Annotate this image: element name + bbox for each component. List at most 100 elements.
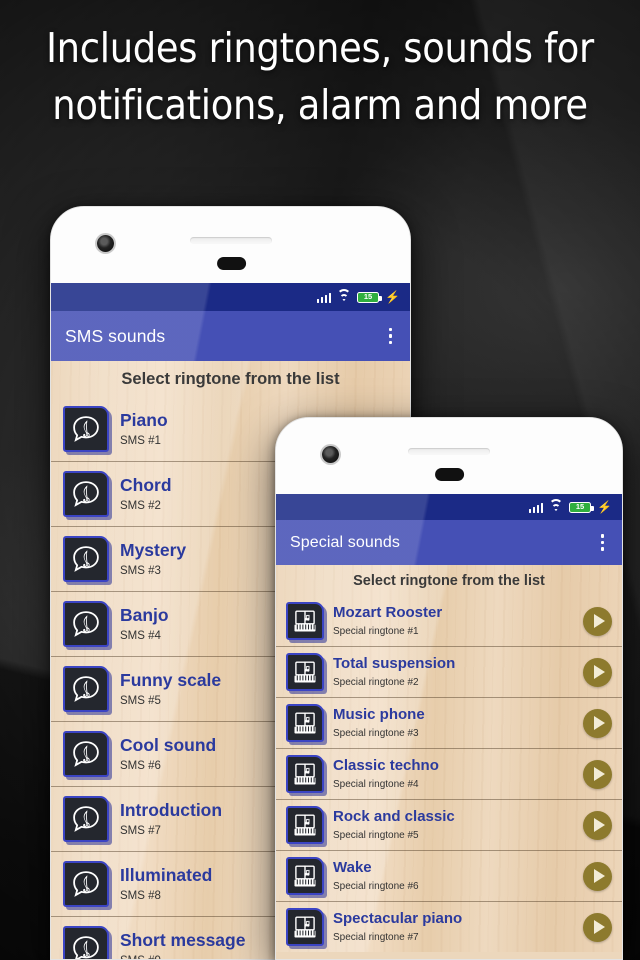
piano-sheet-music-icon — [286, 806, 324, 844]
list-item-subtitle: Special ringtone #5 — [333, 829, 419, 841]
piano-sheet-music-icon — [286, 704, 324, 742]
earpiece-speaker — [189, 237, 272, 244]
status-bar: 15 ⚡ — [276, 494, 622, 520]
play-button[interactable] — [583, 810, 612, 840]
list-item-subtitle: Special ringtone #2 — [333, 676, 419, 688]
play-button[interactable] — [583, 759, 612, 789]
list-item-title: Spectacular piano — [333, 910, 463, 928]
speech-bubble-treble-clef-icon — [63, 796, 109, 842]
speech-bubble-treble-clef-icon — [63, 406, 109, 452]
list-item-texts: Total suspension Special ringtone #2 — [333, 656, 574, 688]
list-item-title: Total suspension — [333, 655, 456, 673]
list-item-subtitle: Special ringtone #4 — [333, 778, 419, 790]
list-item[interactable]: Rock and classic Special ringtone #5 — [276, 800, 622, 851]
piano-sheet-music-icon — [294, 610, 316, 632]
signal-icon — [316, 292, 332, 303]
front-camera-icon — [322, 446, 339, 463]
charging-bolt-icon: ⚡ — [597, 500, 612, 514]
list-item-title: Music phone — [333, 706, 425, 724]
ringtone-rows-special: Mozart Rooster Special ringtone #1 Total s… — [276, 596, 622, 952]
play-button[interactable] — [583, 606, 612, 636]
list-item-title: Classic techno — [333, 757, 439, 775]
phone-mockup-special-sounds: 15 ⚡ Special sounds Select ringtone from… — [275, 417, 623, 960]
battery-level-label: 15 — [363, 292, 373, 302]
play-icon — [593, 767, 605, 781]
speech-bubble-treble-clef-icon — [73, 806, 99, 832]
list-item[interactable]: Total suspension Special ringtone #2 — [276, 647, 622, 698]
app-bar-sms-sounds: SMS sounds — [51, 311, 410, 361]
piano-sheet-music-icon — [294, 814, 316, 836]
list-item-subtitle: Special ringtone #3 — [333, 727, 419, 739]
piano-sheet-music-icon — [286, 857, 324, 895]
phone-bezel-top — [276, 418, 622, 494]
piano-sheet-music-icon — [294, 916, 316, 938]
speech-bubble-treble-clef-icon — [63, 861, 109, 907]
wifi-icon — [549, 498, 564, 513]
app-title: SMS sounds — [65, 325, 166, 346]
battery-icon: 15 — [569, 501, 594, 513]
piano-sheet-music-icon — [294, 763, 316, 785]
speech-bubble-treble-clef-icon — [73, 871, 99, 897]
play-button[interactable] — [583, 912, 612, 942]
front-camera-icon — [97, 235, 114, 252]
list-item-title: Wake — [333, 859, 372, 877]
list-item-texts: Mozart Rooster Special ringtone #1 — [333, 605, 574, 637]
earpiece-speaker — [408, 448, 490, 455]
headline-line-2: notifications, alarm and more — [52, 80, 588, 129]
speech-bubble-treble-clef-icon — [73, 676, 99, 702]
list-item[interactable]: Spectacular piano Special ringtone #7 — [276, 902, 622, 952]
piano-sheet-music-icon — [294, 712, 316, 734]
speech-bubble-treble-clef-icon — [73, 611, 99, 637]
headline-line-1: Includes ringtones, sounds for — [46, 24, 594, 72]
battery-level-label: 15 — [575, 502, 585, 512]
speech-bubble-treble-clef-icon — [63, 471, 109, 517]
list-item-subtitle: Special ringtone #1 — [333, 625, 419, 637]
list-item[interactable]: Classic techno Special ringtone #4 — [276, 749, 622, 800]
play-button[interactable] — [583, 708, 612, 738]
play-button[interactable] — [583, 657, 612, 687]
play-icon — [593, 614, 605, 628]
list-item-title: Rock and classic — [333, 808, 455, 826]
phone-screen-special-sounds: 15 ⚡ Special sounds Select ringtone from… — [276, 494, 622, 959]
piano-sheet-music-icon — [294, 865, 316, 887]
list-item-subtitle: Special ringtone #7 — [333, 931, 419, 943]
ringtone-list-special: Select ringtone from the list Mozart Roo… — [276, 565, 622, 952]
sensor-pill — [216, 257, 246, 270]
speech-bubble-treble-clef-icon — [73, 741, 99, 767]
play-icon — [593, 818, 605, 832]
promo-headline: Includes ringtones, sounds for notificat… — [0, 20, 640, 133]
piano-sheet-music-icon — [286, 908, 324, 946]
app-bar-special-sounds: Special sounds — [276, 520, 622, 565]
kebab-menu-icon[interactable] — [597, 530, 609, 555]
play-icon — [593, 869, 605, 883]
speech-bubble-treble-clef-icon — [73, 416, 99, 442]
speech-bubble-treble-clef-icon — [73, 481, 99, 507]
speech-bubble-treble-clef-icon — [73, 546, 99, 572]
list-item[interactable]: Wake Special ringtone #6 — [276, 851, 622, 902]
list-item-texts: Rock and classic Special ringtone #5 — [333, 809, 574, 841]
battery-icon: 15 — [357, 291, 382, 303]
signal-icon — [528, 502, 544, 513]
speech-bubble-treble-clef-icon — [63, 601, 109, 647]
status-bar: 15 ⚡ — [51, 283, 410, 311]
kebab-menu-icon[interactable] — [385, 324, 397, 349]
list-item-title: Mozart Rooster — [333, 604, 443, 622]
list-item[interactable]: Music phone Special ringtone #3 — [276, 698, 622, 749]
app-title: Special sounds — [290, 533, 400, 551]
sensor-pill — [435, 468, 465, 481]
play-icon — [593, 665, 605, 679]
piano-sheet-music-icon — [286, 755, 324, 793]
list-instruction-label: Select ringtone from the list — [121, 370, 340, 388]
phone-bezel-top — [51, 207, 410, 283]
list-item[interactable]: Mozart Rooster Special ringtone #1 — [276, 596, 622, 647]
speech-bubble-treble-clef-icon — [63, 536, 109, 582]
speech-bubble-treble-clef-icon — [63, 666, 109, 712]
piano-sheet-music-icon — [286, 653, 324, 691]
speech-bubble-treble-clef-icon — [73, 936, 99, 959]
play-icon — [593, 920, 605, 934]
list-item-texts: Classic techno Special ringtone #4 — [333, 758, 574, 790]
play-icon — [593, 716, 605, 730]
list-instruction-label: Select ringtone from the list — [353, 573, 545, 589]
speech-bubble-treble-clef-icon — [63, 731, 109, 777]
play-button[interactable] — [583, 861, 612, 891]
